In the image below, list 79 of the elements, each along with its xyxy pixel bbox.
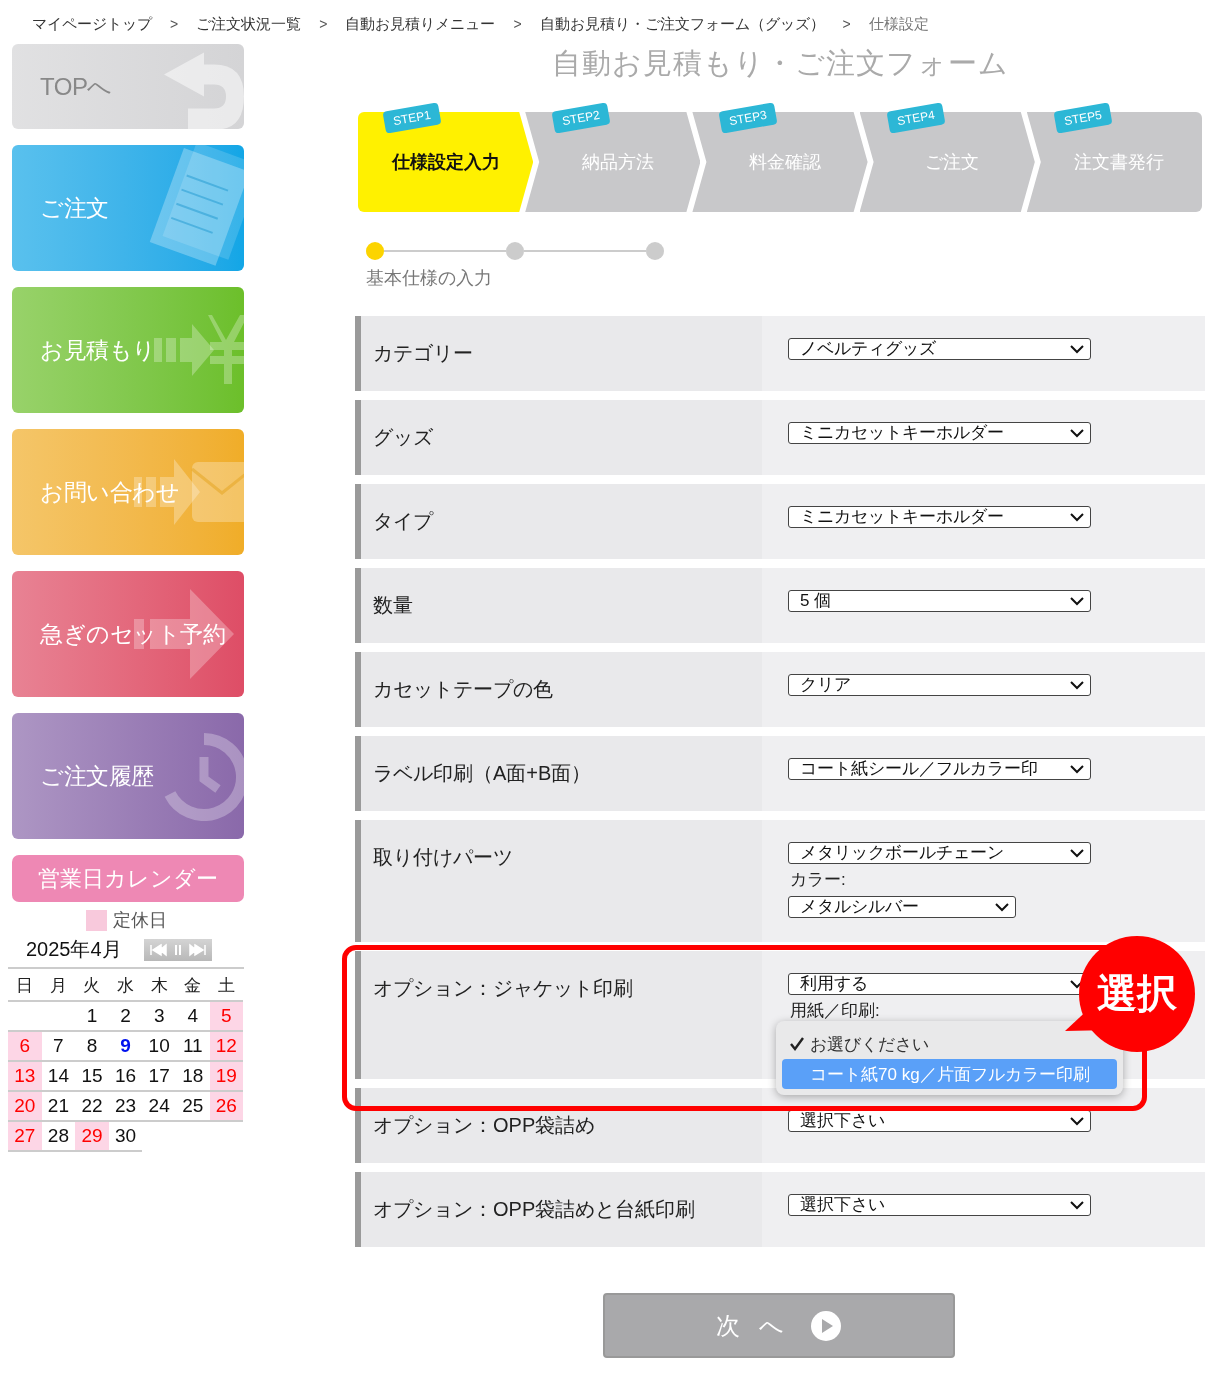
dropdown[interactable]: メタルシルバー — [788, 896, 1016, 918]
field-caption: 用紙／印刷: — [790, 1001, 880, 1021]
weekday-label: 日 — [15, 975, 35, 997]
calendar-day: 14 — [41, 1062, 76, 1092]
dropdown[interactable]: ミニカセットキーホルダー — [788, 422, 1091, 444]
breadcrumb-link[interactable]: ご注文状況一覧 — [196, 14, 302, 34]
weekday-label: 火 — [82, 975, 102, 997]
field-label: オプション：OPP袋詰め — [355, 1088, 762, 1163]
calendar-day: 15 — [75, 1062, 109, 1092]
calendar-day: 5 — [209, 1002, 244, 1032]
page-title: 自動お見積もり・ご注文フォーム — [550, 46, 1010, 81]
field-label: 数量 — [355, 568, 762, 643]
breadcrumb-link[interactable]: 自動お見積りメニュー — [345, 14, 496, 34]
calendar-day: 29 — [75, 1122, 109, 1152]
calendar-day: 26 — [209, 1092, 244, 1122]
calendar-day: 1 — [75, 1002, 109, 1032]
weekday-label: 木 — [149, 975, 169, 997]
chevron-down-icon — [995, 902, 1009, 912]
progress-label: 基本仕様の入力 — [366, 267, 493, 290]
dropdown[interactable]: ミニカセットキーホルダー — [788, 506, 1091, 528]
chevron-down-icon — [1070, 848, 1084, 858]
calendar-heading: 営業日カレンダー — [12, 855, 244, 902]
breadcrumb-link[interactable]: 自動お見積り・ご注文フォーム（グッズ） — [539, 14, 825, 34]
field-label: カセットテープの色 — [355, 652, 762, 727]
calendar-day: 27 — [8, 1122, 42, 1152]
weekday-label: 月 — [48, 975, 68, 997]
field-label: カテゴリー — [355, 316, 762, 391]
calendar-day: 10 — [142, 1032, 176, 1062]
breadcrumb-separator: > — [513, 16, 522, 32]
chevron-down-icon — [1070, 1200, 1084, 1210]
dropdown[interactable]: 5 個 — [788, 590, 1091, 612]
calendar-day: 8 — [75, 1032, 109, 1062]
field-caption: カラー: — [790, 870, 846, 890]
chevron-down-icon — [1070, 764, 1084, 774]
chevron-down-icon — [1070, 680, 1084, 690]
chevron-down-icon — [1070, 512, 1084, 522]
weekday-label: 土 — [216, 975, 236, 997]
dropdown[interactable]: コート紙シール／フルカラー印 — [788, 758, 1091, 780]
checkmark-icon — [790, 1037, 804, 1051]
holiday-swatch — [85, 909, 107, 931]
field-label: タイプ — [355, 484, 762, 559]
breadcrumb-separator: > — [842, 16, 851, 32]
breadcrumb-separator: > — [170, 16, 179, 32]
field-label: オプション：ジャケット印刷 — [355, 951, 762, 1079]
calendar-day: 20 — [8, 1092, 42, 1122]
calendar-day: 13 — [8, 1062, 42, 1092]
field-label: オプション：OPP袋詰めと台紙印刷 — [355, 1172, 762, 1247]
calendar-day: 30 — [108, 1122, 143, 1152]
calendar-day: 12 — [209, 1032, 244, 1062]
calendar-day: 2 — [108, 1002, 143, 1032]
dropdown[interactable]: 選択下さい — [788, 1194, 1091, 1216]
dropdown[interactable]: クリア — [788, 674, 1091, 696]
calendar-day: 16 — [108, 1062, 143, 1092]
calendar-day: 9 — [108, 1032, 143, 1062]
dropdown[interactable]: メタリックボールチェーン — [788, 842, 1091, 864]
calendar-month: 2025年4月 — [26, 937, 122, 962]
calendar-day: 19 — [209, 1062, 244, 1092]
weekday-label: 金 — [183, 975, 203, 997]
breadcrumb-link[interactable]: マイページトップ — [32, 14, 152, 34]
breadcrumb-separator: > — [319, 16, 328, 32]
calendar-day: 24 — [142, 1092, 176, 1122]
calendar-day: 3 — [142, 1002, 176, 1032]
field-label: グッズ — [355, 400, 762, 475]
play-icon — [809, 1309, 842, 1342]
legend-label: 定休日 — [112, 909, 167, 932]
field-label: ラベル印刷（A面+B面） — [355, 736, 762, 811]
weekday-label: 水 — [116, 975, 136, 997]
dropdown[interactable]: ノベルティグッズ — [788, 338, 1091, 360]
field-label: 取り付けパーツ — [355, 820, 762, 942]
dropdown[interactable]: 選択下さい — [788, 1110, 1091, 1132]
chevron-down-icon — [1070, 596, 1084, 606]
chevron-down-icon — [1070, 344, 1084, 354]
calendar-day: 17 — [142, 1062, 176, 1092]
calendar-day: 7 — [41, 1032, 76, 1062]
breadcrumb-current: 仕様設定 — [868, 14, 929, 34]
calendar-day: 6 — [8, 1032, 42, 1062]
calendar-day: 23 — [108, 1092, 143, 1122]
chevron-down-icon — [1070, 428, 1084, 438]
chevron-down-icon — [1070, 1116, 1084, 1126]
